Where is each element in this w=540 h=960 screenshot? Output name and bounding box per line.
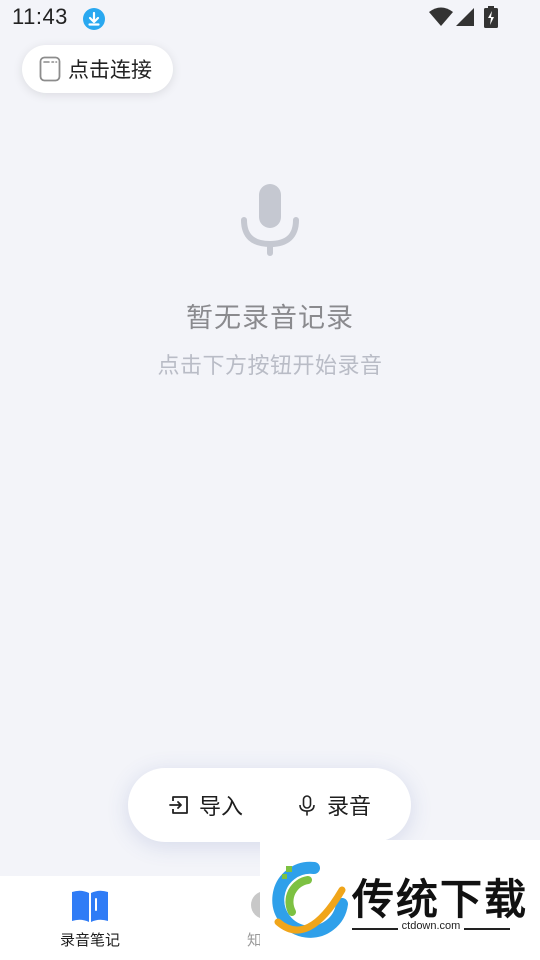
wifi-icon (429, 7, 453, 26)
nav-label-recording-notes: 录音笔记 (60, 931, 121, 949)
signal-icon (456, 8, 474, 26)
connect-button[interactable]: 点击连接 (22, 45, 173, 93)
import-label: 导入 (199, 795, 244, 820)
status-time: 11:43 (12, 4, 68, 29)
watermark-domain: ctdown.com (401, 920, 461, 932)
download-icon (83, 8, 105, 30)
status-bar: 11:43 (0, 0, 540, 38)
action-bar: 导入 录音 (128, 768, 411, 842)
nav-item-recording-notes[interactable]: 录音笔记 (30, 876, 150, 960)
connect-label: 点击连接 (68, 58, 152, 82)
device-icon (39, 56, 61, 82)
book-icon (72, 890, 108, 922)
watermark-logo (272, 861, 348, 938)
microphone-small-icon (299, 795, 315, 816)
microphone-icon (241, 184, 299, 256)
battery-icon (484, 6, 498, 28)
record-button[interactable]: 录音 (296, 768, 371, 842)
empty-title: 暂无录音记录 (186, 303, 354, 334)
empty-subtitle: 点击下方按钮开始录音 (157, 354, 383, 379)
import-icon (169, 796, 188, 814)
watermark-line-left (352, 928, 398, 930)
watermark: 传统下载 ctdown.com (260, 840, 540, 960)
watermark-line-right (464, 928, 510, 930)
record-label: 录音 (327, 795, 372, 820)
watermark-brand: 传统下载 (352, 875, 529, 924)
import-button[interactable]: 导入 (168, 768, 243, 842)
